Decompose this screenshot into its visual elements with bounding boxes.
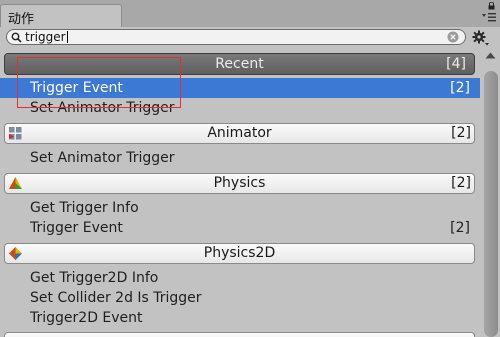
action-list: Recent [4] Trigger Event [2] Set Animato… [0, 49, 480, 337]
list-item-label: Get Trigger2D Info [30, 270, 159, 286]
list-item-count: [2] [450, 80, 470, 96]
tab-title: 动作 [8, 12, 35, 27]
category-header-physics[interactable]: Physics [2] [4, 173, 475, 194]
list-item-label: Trigger Event [30, 220, 123, 236]
menu-icon[interactable] [482, 13, 496, 22]
gear-icon[interactable] [472, 30, 490, 46]
category-count: [2] [451, 175, 471, 191]
list-item[interactable]: Trigger2D Event [0, 308, 480, 328]
search-input[interactable]: trigger [6, 29, 466, 45]
category-count: [2] [451, 125, 471, 141]
list-item[interactable]: Trigger Event [2] [0, 78, 480, 98]
category-label: Recent [215, 56, 264, 72]
list-item[interactable]: Set Animator Trigger [0, 98, 480, 118]
list-item[interactable]: Get Trigger2D Info [0, 268, 480, 288]
scrollbar[interactable] [481, 49, 500, 337]
tab-bar: 动作 [0, 0, 500, 27]
list-item-label: Trigger2D Event [30, 310, 143, 326]
category-header-animator[interactable]: Animator [2] [4, 123, 475, 144]
list-item-label: Set Animator Trigger [30, 150, 175, 166]
search-value: trigger [25, 30, 66, 44]
list-item-label: Set Collider 2d Is Trigger [30, 290, 202, 306]
list-item-label: Get Trigger Info [30, 200, 139, 216]
scrollbar-thumb[interactable] [484, 71, 498, 337]
tab-actions[interactable]: 动作 [0, 4, 122, 27]
lock-icon[interactable] [488, 2, 495, 10]
search-bar: trigger [0, 27, 500, 49]
category-count: [4] [446, 56, 466, 72]
list-item[interactable]: Get Trigger Info [0, 198, 480, 218]
search-icon [11, 32, 22, 43]
clear-icon[interactable] [447, 31, 459, 43]
list-item[interactable]: Trigger Event [2] [0, 218, 480, 238]
list-item-label: Set Animator Trigger [30, 100, 175, 116]
category-label: Animator [207, 125, 272, 141]
list-item[interactable]: Set Collider 2d Is Trigger [0, 288, 480, 308]
category-header-next[interactable] [4, 332, 475, 337]
category-label: Physics2D [203, 245, 276, 261]
list-item-count: [2] [450, 220, 470, 236]
category-header-physics2d[interactable]: Physics2D [4, 243, 475, 264]
list-item-label: Trigger Event [30, 80, 123, 96]
category-label: Physics [213, 175, 266, 191]
list-item[interactable]: Set Animator Trigger [0, 148, 480, 168]
category-header-recent[interactable]: Recent [4] [4, 53, 475, 75]
scroll-up-icon[interactable] [485, 52, 496, 59]
